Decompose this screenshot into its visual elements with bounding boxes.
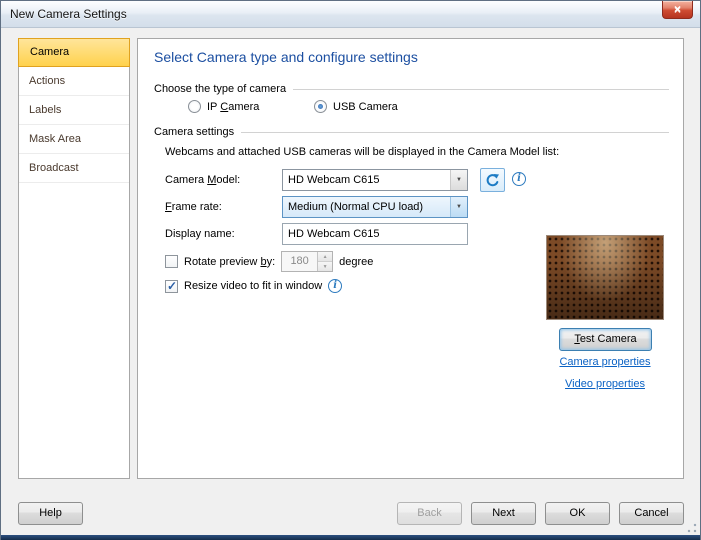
camera-properties-link[interactable]: Camera properties [543,356,667,368]
cancel-button[interactable]: Cancel [619,502,684,525]
rotate-degree-stepper[interactable]: 180 ▲ ▼ [281,251,334,272]
ip-camera-radio[interactable] [188,100,201,113]
camera-settings-group-header: Camera settings [154,126,669,138]
sidebar-item-mask-area[interactable]: Mask Area [19,125,129,154]
video-properties-link[interactable]: Video properties [543,378,667,390]
camera-model-value: HD Webcam C615 [288,174,380,186]
ip-camera-option[interactable]: IP Camera [188,100,259,113]
rotate-preview-row: Rotate preview by: 180 ▲ ▼ degree [165,251,373,272]
display-name-label: Display name: [165,228,235,240]
rotate-preview-checkbox[interactable] [165,255,178,268]
refresh-icon [486,173,500,186]
usb-camera-option[interactable]: USB Camera [314,100,398,113]
usb-camera-radio[interactable] [314,100,327,113]
ok-button[interactable]: OK [545,502,610,525]
spin-up-icon[interactable]: ▲ [318,252,333,262]
resize-grip[interactable] [687,523,697,533]
main-panel: Select Camera type and configure setting… [137,38,684,479]
camera-type-group-label: Choose the type of camera [154,83,287,95]
stepper-buttons[interactable]: ▲ ▼ [317,252,333,271]
display-name-input[interactable]: HD Webcam C615 [282,223,468,245]
chevron-down-icon[interactable]: ▼ [450,170,467,190]
next-button[interactable]: Next [471,502,536,525]
ip-camera-label: IP Camera [207,100,260,113]
sidebar: Camera Actions Labels Mask Area Broadcas… [18,38,130,479]
camera-model-info-icon[interactable]: i [512,172,526,186]
help-button[interactable]: Help [18,502,83,525]
frame-rate-value: Medium (Normal CPU load) [288,201,424,213]
new-camera-settings-dialog: New Camera Settings × Camera Actions Lab… [0,0,701,540]
rotate-degree-value: 180 [290,255,309,267]
resize-video-info-icon[interactable]: i [328,279,343,293]
sidebar-item-camera[interactable]: Camera [18,38,130,67]
sidebar-item-broadcast[interactable]: Broadcast [19,154,129,183]
camera-preview-image [547,236,663,319]
resize-video-row: Resize video to fit in window i [165,279,343,293]
title-bar[interactable]: New Camera Settings × [1,1,700,28]
camera-model-label: Camera Model: [165,174,241,186]
test-camera-button[interactable]: Test Camera [559,328,652,351]
close-button[interactable]: × [662,1,693,19]
degree-suffix-label: degree [339,255,374,268]
resize-video-checkbox[interactable] [165,279,178,293]
dialog-content: Camera Actions Labels Mask Area Broadcas… [1,28,700,535]
close-icon: × [673,2,681,16]
frame-rate-label: Frame rate: [165,201,222,213]
webcam-description: Webcams and attached USB cameras will be… [165,146,560,158]
window-bottom-border [1,535,700,540]
back-button: Back [397,502,462,525]
spin-down-icon[interactable]: ▼ [318,262,333,271]
preview-links: Camera properties Video properties [543,356,667,390]
sidebar-item-labels[interactable]: Labels [19,96,129,125]
camera-model-dropdown[interactable]: HD Webcam C615 ▼ [282,169,468,191]
footer-button-bar: Help Back Next OK Cancel [18,502,684,525]
camera-settings-group-label: Camera settings [154,126,235,138]
camera-type-group-header: Choose the type of camera [154,83,669,95]
chevron-down-icon[interactable]: ▼ [450,197,467,217]
sidebar-item-actions[interactable]: Actions [19,67,129,96]
refresh-camera-list-button[interactable] [480,168,505,192]
group-divider-line [241,131,669,133]
group-divider-line [293,88,669,90]
page-title: Select Camera type and configure setting… [154,49,418,65]
display-name-value: HD Webcam C615 [288,228,380,240]
window-title: New Camera Settings [10,7,127,21]
rotate-preview-label: Rotate preview by: [184,255,276,268]
usb-camera-label: USB Camera [333,100,398,113]
resize-video-label: Resize video to fit in window [184,280,323,292]
frame-rate-dropdown[interactable]: Medium (Normal CPU load) ▼ [282,196,468,218]
